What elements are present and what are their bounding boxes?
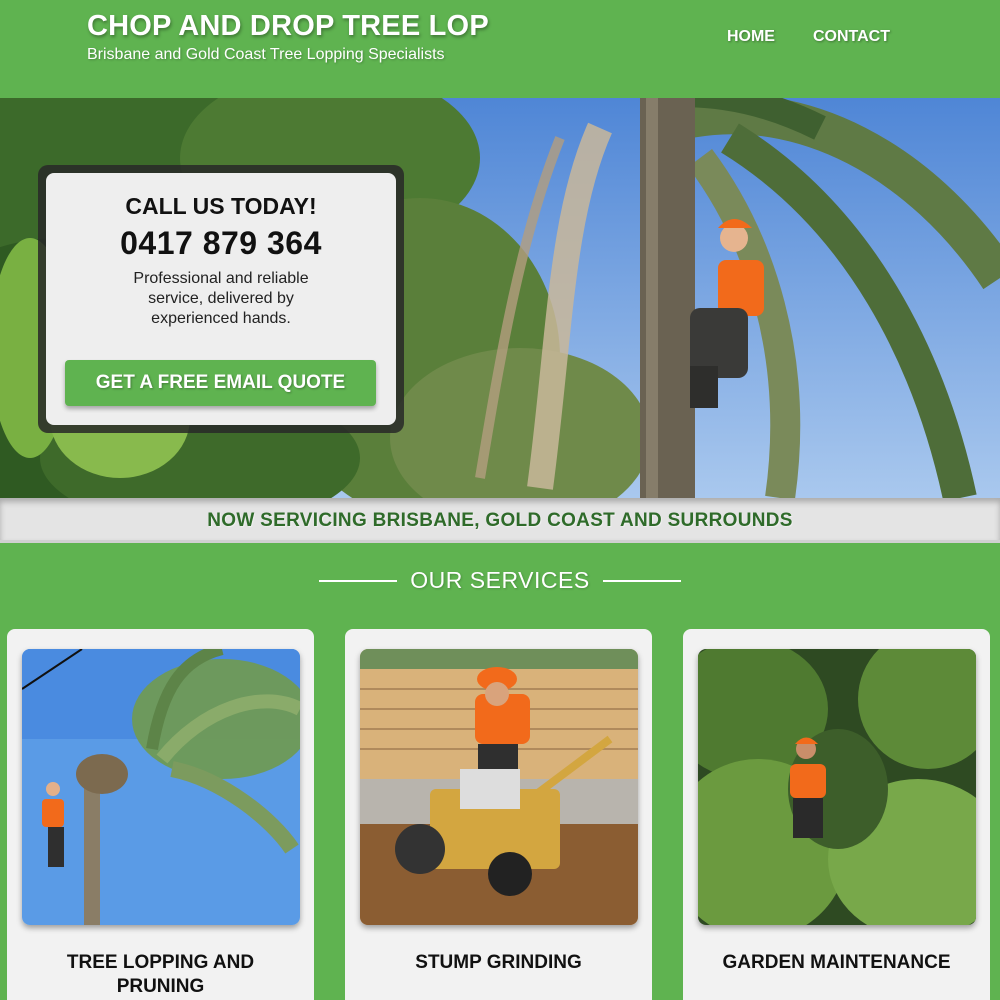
stump-grinding-image xyxy=(360,649,638,925)
nav-home-link[interactable]: HOME xyxy=(727,28,775,46)
service-area-text: NOW SERVICING BRISBANE, GOLD COAST AND S… xyxy=(207,510,793,531)
services-divider-right xyxy=(603,580,681,582)
service-card-garden-maintenance[interactable]: GARDEN MAINTENANCE xyxy=(683,629,990,1000)
free-quote-button[interactable]: GET A FREE EMAIL QUOTE xyxy=(65,360,376,406)
services-heading: OUR SERVICES xyxy=(410,567,590,593)
service-card-stump-grinding[interactable]: STUMP GRINDING xyxy=(345,629,652,1000)
nav-contact-link[interactable]: CONTACT xyxy=(813,28,890,46)
phone-number[interactable]: 0417 879 364 xyxy=(46,225,396,262)
stump-grinder-photo xyxy=(360,649,638,925)
tree-lopping-title[interactable]: TREE LOPPING AND PRUNING xyxy=(27,951,294,999)
site-header: CHOP AND DROP TREE LOP Brisbane and Gold… xyxy=(0,0,1000,98)
garden-maintenance-image xyxy=(698,649,976,925)
main-nav: HOME CONTACT xyxy=(727,28,890,46)
cta-description: Professional and reliable service, deliv… xyxy=(133,270,309,327)
stump-grinding-title[interactable]: STUMP GRINDING xyxy=(365,951,632,975)
site-title[interactable]: CHOP AND DROP TREE LOP xyxy=(87,10,489,43)
cta-heading: CALL US TODAY! xyxy=(125,193,317,219)
service-area-banner: NOW SERVICING BRISBANE, GOLD COAST AND S… xyxy=(0,498,1000,543)
palm-tree-climber-photo xyxy=(22,649,300,925)
garden-worker-photo xyxy=(698,649,976,925)
call-to-action-box: CALL US TODAY! 0417 879 364 Professional… xyxy=(46,173,396,425)
tree-lopping-image xyxy=(22,649,300,925)
service-card-tree-lopping[interactable]: TREE LOPPING AND PRUNING xyxy=(7,629,314,1000)
garden-maintenance-title[interactable]: GARDEN MAINTENANCE xyxy=(703,951,970,975)
site-tagline: Brisbane and Gold Coast Tree Lopping Spe… xyxy=(87,46,445,63)
